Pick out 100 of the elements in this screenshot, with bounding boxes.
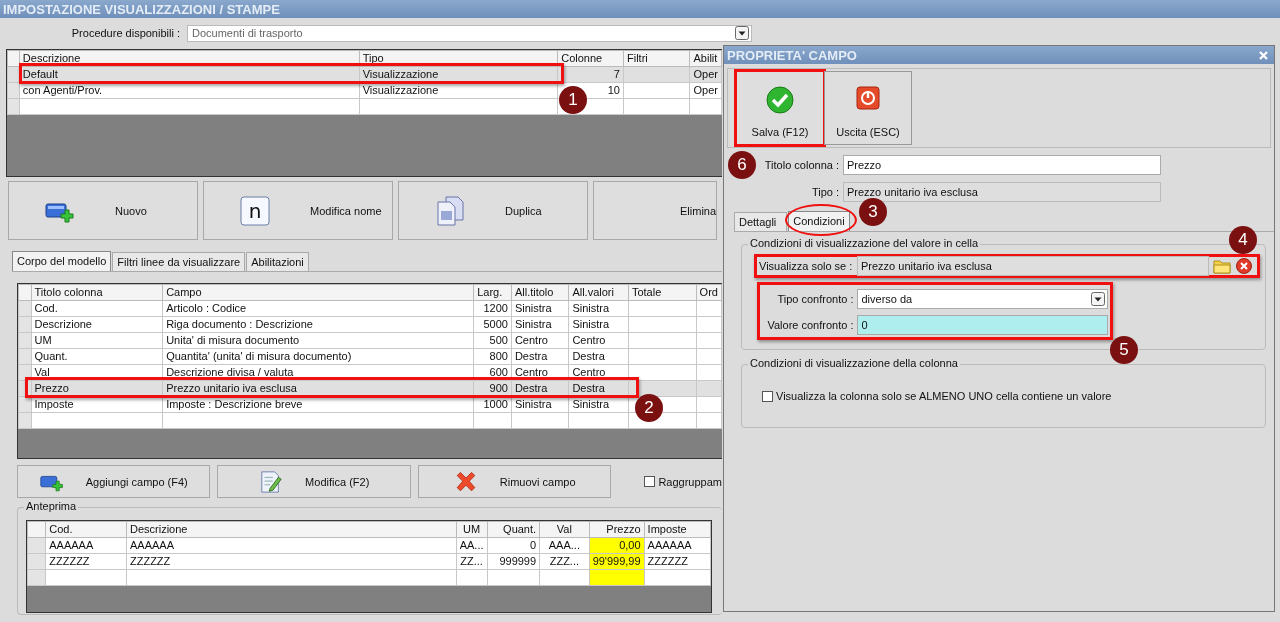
column-header[interactable]: Abilit bbox=[690, 50, 722, 67]
group-title: Condizioni di visualizzazione del valore in cella bbox=[748, 237, 981, 249]
column-header[interactable]: Quant. bbox=[487, 521, 540, 538]
table-cell[interactable]: Quantita' (unita' di misura documento) bbox=[162, 348, 474, 365]
dialog-title: PROPRIETA' CAMPO bbox=[727, 47, 857, 63]
table-cell: 0 bbox=[487, 537, 540, 554]
table-cell[interactable]: Unita' di misura documento bbox=[162, 332, 474, 349]
checkbox-label: Raggruppam bbox=[658, 475, 722, 488]
table-cell[interactable]: 5000 bbox=[473, 316, 512, 333]
table-cell: AAA... bbox=[539, 537, 590, 554]
tab[interactable]: Abilitazioni bbox=[246, 252, 309, 271]
table-cell[interactable]: Sinistra bbox=[511, 396, 569, 413]
field-label: Tipo confronto : bbox=[776, 293, 854, 305]
column-header[interactable]: Ord bbox=[696, 284, 722, 301]
table-cell[interactable]: Destra bbox=[511, 348, 569, 365]
toolbar-button[interactable]: Duplica bbox=[398, 181, 588, 240]
table-cell[interactable]: Imposte : Descrizione breve bbox=[162, 396, 474, 413]
table-cell: AAAAAA bbox=[45, 537, 127, 554]
toolbar-button[interactable]: Salva (F12) bbox=[736, 71, 824, 145]
field-label: Valore confronto : bbox=[766, 319, 854, 331]
column-header[interactable]: Larg. bbox=[473, 284, 512, 301]
table-cell: ZZZZZZ bbox=[644, 553, 711, 570]
check-icon bbox=[766, 86, 794, 114]
table-cell[interactable]: Sinistra bbox=[511, 316, 569, 333]
table-cell[interactable]: Oper bbox=[690, 82, 722, 99]
action-button[interactable]: Aggiungi campo (F4) bbox=[17, 465, 211, 498]
table-cell[interactable]: Descrizione bbox=[31, 316, 163, 333]
field-label: Visualizza solo se : bbox=[759, 260, 854, 272]
column-header[interactable]: Descrizione bbox=[126, 521, 457, 538]
column-header[interactable]: Campo bbox=[162, 284, 474, 301]
toolbar-button[interactable]: n Modifica nome bbox=[203, 181, 393, 240]
checkbox[interactable] bbox=[762, 390, 773, 402]
table-cell[interactable]: 1000 bbox=[473, 396, 512, 413]
table-cell: 999999 bbox=[487, 553, 540, 570]
table-cell[interactable]: Sinistra bbox=[568, 396, 629, 413]
table-cell[interactable]: Centro bbox=[568, 332, 629, 349]
condition-field: Prezzo unitario iva esclusa bbox=[857, 256, 1209, 276]
table-cell: ZZZ... bbox=[539, 553, 590, 570]
table-cell[interactable]: UM bbox=[31, 332, 163, 349]
action-button[interactable]: Rimuovi campo bbox=[417, 465, 612, 498]
table-cell[interactable]: 800 bbox=[473, 348, 512, 365]
column-header[interactable]: Totale bbox=[628, 284, 697, 301]
delete-icon bbox=[453, 469, 478, 494]
comparison-dropdown[interactable]: diverso da bbox=[857, 289, 1108, 309]
table-cell[interactable]: con Agenti/Prov. bbox=[19, 82, 360, 99]
column-header[interactable]: Filtri bbox=[623, 50, 690, 67]
table-cell[interactable]: Quant. bbox=[31, 348, 163, 365]
toolbar-button[interactable]: Elimina bbox=[593, 181, 717, 240]
table-cell: AA... bbox=[456, 537, 487, 554]
column-header[interactable]: Val bbox=[539, 521, 590, 538]
field-label: Tipo : bbox=[811, 186, 839, 198]
column-header[interactable]: All.titolo bbox=[511, 284, 569, 301]
table-cell[interactable]: Imposte bbox=[31, 396, 163, 413]
table-cell[interactable]: Riga documento : Descrizione bbox=[162, 316, 474, 333]
table-cell[interactable]: Cod. bbox=[31, 300, 163, 317]
table-cell: ZZ... bbox=[456, 553, 487, 570]
column-header[interactable]: Prezzo bbox=[589, 521, 645, 538]
table-cell[interactable]: Articolo : Codice bbox=[162, 300, 474, 317]
type-field: Prezzo unitario iva esclusa bbox=[843, 182, 1161, 202]
table-cell[interactable]: Centro bbox=[511, 332, 569, 349]
group-title: Condizioni di visualizzazione della colonna bbox=[748, 357, 960, 369]
table-cell: AAAAAA bbox=[644, 537, 711, 554]
action-button[interactable]: Modifica (F2) bbox=[217, 465, 411, 498]
comparison-value-field[interactable]: 0 bbox=[857, 315, 1108, 335]
table-cell[interactable]: Sinistra bbox=[568, 300, 629, 317]
column-header[interactable]: All.valori bbox=[568, 284, 629, 301]
clear-icon[interactable] bbox=[1235, 257, 1253, 275]
group-title: Anteprima bbox=[24, 500, 79, 512]
tab[interactable]: Corpo del modello bbox=[12, 251, 112, 271]
column-header[interactable]: Colonne bbox=[557, 50, 624, 67]
table-cell[interactable]: Sinistra bbox=[511, 300, 569, 317]
power-icon bbox=[856, 86, 880, 110]
column-header[interactable]: Titolo colonna bbox=[31, 284, 163, 301]
table-cell[interactable]: Visualizzazione bbox=[359, 82, 558, 99]
table-cell[interactable]: Sinistra bbox=[568, 316, 629, 333]
table-cell: ZZZZZZ bbox=[126, 553, 457, 570]
procedure-label: Procedure disponibili : bbox=[70, 27, 180, 39]
table-cell: ZZZZZZ bbox=[45, 553, 127, 570]
checkbox[interactable] bbox=[644, 476, 656, 487]
field-label: Titolo colonna : bbox=[764, 159, 839, 171]
tab[interactable]: Filtri linee da visualizzare bbox=[112, 252, 246, 271]
procedure-dropdown[interactable]: Documenti di trasporto bbox=[187, 24, 752, 42]
table-cell[interactable]: Destra bbox=[568, 348, 629, 365]
column-header[interactable]: Cod. bbox=[45, 521, 127, 538]
table-cell[interactable]: 1200 bbox=[473, 300, 512, 317]
toolbar-button[interactable]: Uscita (ESC) bbox=[824, 71, 912, 145]
column-title-field[interactable]: Prezzo bbox=[843, 155, 1161, 175]
window-title: IMPOSTAZIONE VISUALIZZAZIONI / STAMPE bbox=[3, 1, 280, 17]
table-cell: AAAAAA bbox=[126, 537, 457, 554]
column-header[interactable]: UM bbox=[456, 521, 487, 538]
tab[interactable]: Dettagli bbox=[734, 212, 788, 231]
edit-icon bbox=[259, 469, 284, 494]
tab[interactable]: Condizioni bbox=[788, 211, 850, 231]
column-header[interactable]: Imposte bbox=[644, 521, 711, 538]
copy-icon bbox=[435, 195, 465, 226]
close-icon[interactable] bbox=[1258, 49, 1269, 61]
checkbox-label: Visualizza la colonna solo se ALMENO UNO cella contiene un valore bbox=[776, 390, 1112, 402]
toolbar-button[interactable]: Nuovo bbox=[8, 181, 198, 240]
table-cell[interactable]: 500 bbox=[473, 332, 512, 349]
text-icon: n bbox=[240, 195, 270, 226]
